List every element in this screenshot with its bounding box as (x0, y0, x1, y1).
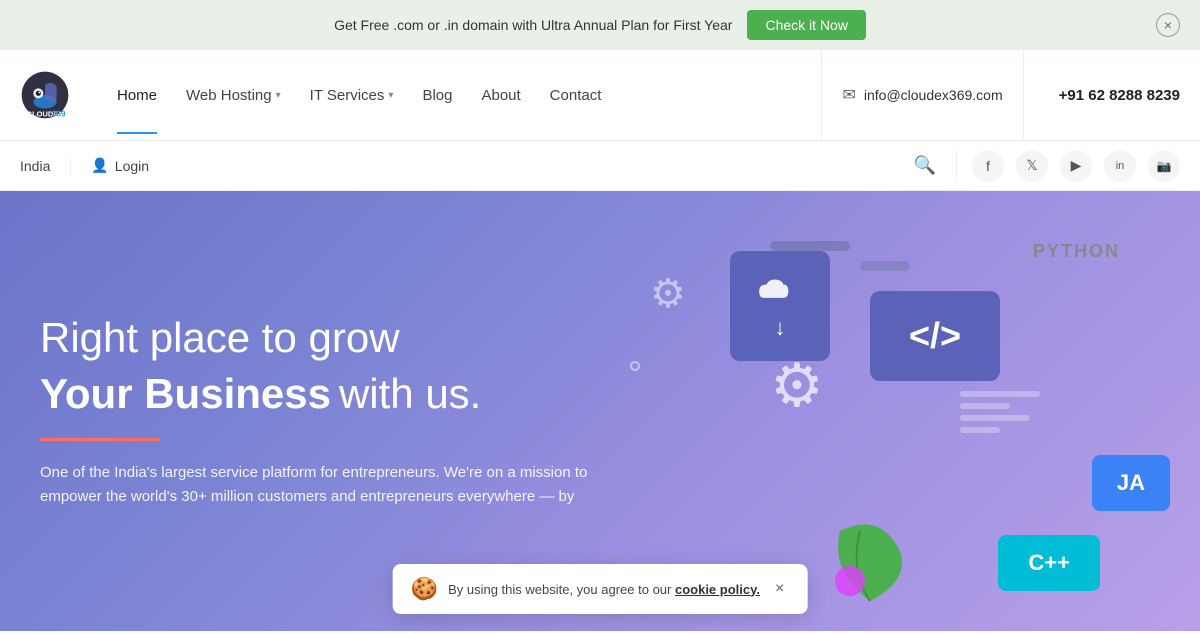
social-icons: f 𝕏 ▶ in 📷 (972, 150, 1180, 182)
chevron-down-icon: ▾ (388, 90, 393, 101)
youtube-icon[interactable]: ▶ (1060, 150, 1092, 182)
code-box: </> (870, 291, 1000, 381)
java-box: JA (1092, 455, 1170, 511)
code-line (960, 427, 1000, 433)
hero-tagline: Right place to grow (40, 313, 590, 363)
decorative-bar-1 (770, 241, 850, 251)
hero-underline (40, 438, 160, 441)
sub-header: India 👤 Login 🔍 f 𝕏 ▶ in 📷 (0, 141, 1200, 191)
header-left: CLOUDEX 369 Home Web Hosting ▾ IT Servic… (20, 57, 613, 134)
hero-content: Right place to grow Your Business with u… (40, 313, 590, 508)
logo[interactable]: CLOUDEX 369 (20, 70, 75, 120)
user-icon: 👤 (91, 157, 108, 174)
divider (956, 151, 957, 181)
twitter-icon[interactable]: 𝕏 (1016, 150, 1048, 182)
contact-phone: +91 62 8288 8239 (1044, 87, 1180, 104)
hero-description: One of the India's largest service platf… (40, 461, 590, 509)
banner-close-button[interactable]: × (1156, 13, 1180, 37)
facebook-icon[interactable]: f (972, 150, 1004, 182)
cookie-policy-link[interactable]: cookie policy. (675, 582, 760, 597)
cookie-close-button[interactable]: × (770, 578, 789, 600)
search-icon: 🔍 (914, 155, 936, 175)
nav-about[interactable]: About (469, 57, 532, 134)
close-icon: × (1164, 17, 1172, 33)
leaf-illustration (820, 511, 920, 611)
nav-blog[interactable]: Blog (410, 57, 464, 134)
login-button[interactable]: 👤 Login (91, 157, 149, 174)
dot-circle (630, 361, 640, 371)
code-line (960, 415, 1030, 421)
code-symbol: </> (909, 315, 961, 357)
code-line (960, 403, 1010, 409)
close-icon: × (775, 580, 784, 597)
search-button[interactable]: 🔍 (909, 150, 941, 181)
nav-home[interactable]: Home (105, 57, 169, 134)
main-header: CLOUDEX 369 Home Web Hosting ▾ IT Servic… (0, 50, 1200, 141)
nav-contact[interactable]: Contact (538, 57, 614, 134)
main-nav: Home Web Hosting ▾ IT Services ▾ Blog Ab… (105, 57, 613, 134)
gear-icon-large: ⚙ (770, 351, 824, 421)
cookie-text: By using this website, you agree to our … (448, 582, 760, 597)
cloud-download-box: ↓ (730, 251, 830, 361)
python-label: PYTHON (1033, 241, 1120, 262)
contact-email: info@cloudex369.com (864, 87, 1003, 103)
country-selector[interactable]: India (20, 158, 71, 174)
email-icon: ✉ (842, 85, 855, 105)
decorative-bar-2 (860, 261, 910, 271)
svg-text:369: 369 (52, 109, 66, 119)
code-line (960, 391, 1040, 397)
header-contact: ✉ info@cloudex369.com (821, 50, 1023, 140)
cloud-icon (755, 272, 805, 307)
check-it-now-button[interactable]: Check it Now (747, 10, 865, 40)
cookie-banner: 🍪 By using this website, you agree to ou… (393, 564, 808, 614)
hero-suffix: with us. (339, 369, 481, 419)
nav-web-hosting[interactable]: Web Hosting ▾ (174, 57, 293, 134)
top-banner: Get Free .com or .in domain with Ultra A… (0, 0, 1200, 50)
logo-icon: CLOUDEX 369 (20, 70, 70, 120)
linkedin-icon[interactable]: in (1104, 150, 1136, 182)
sub-header-left: India 👤 Login (20, 157, 149, 174)
code-lines (960, 391, 1040, 433)
header-right: ✉ info@cloudex369.com +91 62 8288 8239 (821, 50, 1180, 140)
hero-tagline-bold-line: Your Business with us. (40, 369, 590, 428)
cookie-icon: 🍪 (411, 576, 438, 602)
chevron-down-icon: ▾ (276, 90, 281, 101)
hero-bold-text: Your Business (40, 370, 331, 418)
gear-icon-small: ⚙ (650, 271, 686, 317)
sub-header-right: 🔍 f 𝕏 ▶ in 📷 (909, 150, 1180, 182)
download-icon: ↓ (775, 315, 786, 341)
banner-text: Get Free .com or .in domain with Ultra A… (334, 17, 732, 33)
cpp-box: C++ (998, 535, 1100, 591)
nav-it-services[interactable]: IT Services ▾ (298, 57, 406, 134)
instagram-icon[interactable]: 📷 (1148, 150, 1180, 182)
